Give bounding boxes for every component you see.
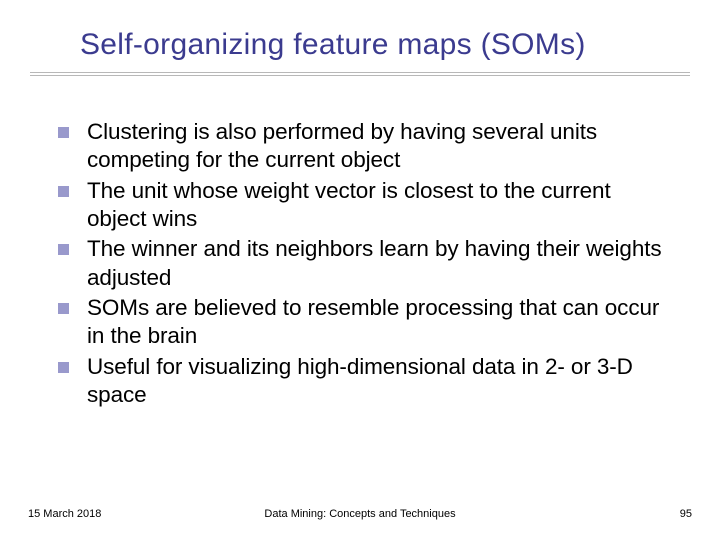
footer-title: Data Mining: Concepts and Techniques: [264, 508, 455, 520]
bullet-text: SOMs are believed to resemble processing…: [87, 294, 670, 351]
bullet-text: The winner and its neighbors learn by ha…: [87, 235, 670, 292]
title-underline: [30, 72, 690, 73]
bullet-text: Useful for visualizing high-dimensional …: [87, 353, 670, 410]
footer-date: 15 March 2018: [28, 508, 101, 520]
square-bullet-icon: [58, 244, 69, 255]
page-number: 95: [680, 508, 692, 520]
slide-title: Self-organizing feature maps (SOMs): [80, 28, 690, 62]
square-bullet-icon: [58, 127, 69, 138]
bullet-text: The unit whose weight vector is closest …: [87, 177, 670, 234]
list-item: The unit whose weight vector is closest …: [58, 177, 670, 234]
square-bullet-icon: [58, 186, 69, 197]
square-bullet-icon: [58, 303, 69, 314]
square-bullet-icon: [58, 362, 69, 373]
list-item: Useful for visualizing high-dimensional …: [58, 353, 670, 410]
footer: 15 March 2018 Data Mining: Concepts and …: [0, 508, 720, 520]
content-area: Clustering is also performed by having s…: [30, 118, 690, 409]
list-item: The winner and its neighbors learn by ha…: [58, 235, 670, 292]
slide: Self-organizing feature maps (SOMs) Clus…: [0, 0, 720, 540]
bullet-text: Clustering is also performed by having s…: [87, 118, 670, 175]
list-item: SOMs are believed to resemble processing…: [58, 294, 670, 351]
list-item: Clustering is also performed by having s…: [58, 118, 670, 175]
